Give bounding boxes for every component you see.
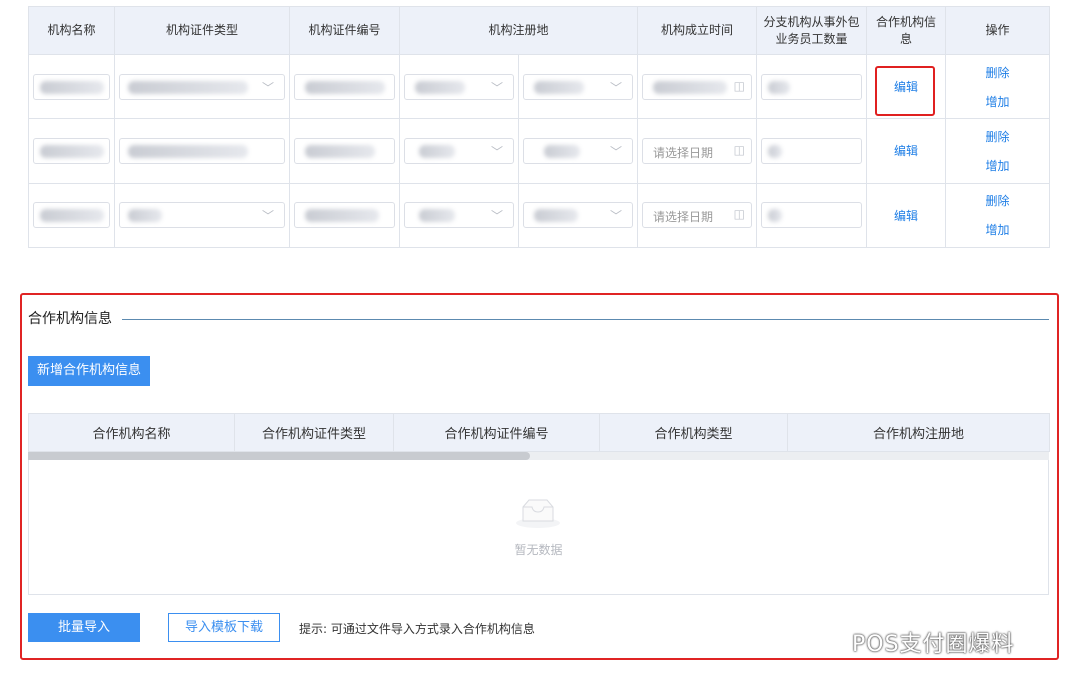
calendar-icon: ◫ — [733, 207, 746, 222]
header-partner-reg-place: 合作机构注册地 — [787, 413, 1050, 452]
partner-table: 合作机构名称 合作机构证件类型 合作机构证件编号 合作机构类型 合作机构注册地 — [28, 413, 1050, 452]
empty-state: 暂无数据 — [28, 460, 1049, 595]
edit-link[interactable]: 编辑 — [871, 207, 941, 224]
header-partner-name: 合作机构名称 — [28, 413, 235, 452]
table-row: ﹀ ﹀ 请选择日期 ◫ 编辑 删除增加 — [28, 118, 1051, 184]
partner-section: 合作机构信息 新增合作机构信息 合作机构名称 合作机构证件类型 合作机构证件编号… — [20, 293, 1059, 660]
header-cert-no: 机构证件编号 — [289, 6, 400, 55]
table-header-row: 机构名称 机构证件类型 机构证件编号 机构注册地 机构成立时间 分支机构从事外包… — [28, 6, 1051, 55]
highlight-box — [875, 66, 936, 116]
date-placeholder: 请选择日期 — [653, 145, 714, 160]
table-row: ﹀ ﹀ ﹀ ◫ 编辑 删除 增加 — [28, 53, 1051, 120]
city-select[interactable]: ﹀ — [523, 73, 634, 100]
cert-no-input[interactable] — [294, 202, 395, 229]
delete-link[interactable]: 删除 — [986, 128, 1010, 145]
import-hint: 提示: 可通过文件导入方式录入合作机构信息 — [299, 622, 535, 636]
chevron-down-icon: ﹀ — [261, 209, 274, 224]
province-select[interactable]: ﹀ — [404, 202, 514, 229]
add-link[interactable]: 增加 — [986, 93, 1010, 110]
cert-type-select[interactable]: ﹀ — [119, 202, 285, 229]
header-actions: 操作 — [945, 6, 1051, 55]
chevron-down-icon: ﹀ — [490, 144, 503, 159]
header-partner-info: 合作机构信息 — [866, 6, 947, 55]
watermark: POS支付圈爆料 — [820, 626, 1015, 658]
date-picker[interactable]: 请选择日期 ◫ — [642, 202, 753, 229]
empty-text: 暂无数据 — [514, 543, 563, 557]
cert-no-input[interactable] — [294, 73, 395, 100]
section-divider — [122, 319, 1049, 320]
header-staff-count: 分支机构从事外包业务员工数量 — [756, 6, 868, 55]
staff-count-input[interactable] — [761, 137, 863, 164]
add-link[interactable]: 增加 — [986, 157, 1010, 174]
cert-type-select[interactable] — [119, 137, 285, 164]
chevron-down-icon: ﹀ — [610, 209, 623, 224]
institution-table: 机构名称 机构证件类型 机构证件编号 机构注册地 机构成立时间 分支机构从事外包… — [28, 6, 1051, 249]
chevron-down-icon: ﹀ — [490, 80, 503, 95]
add-partner-button[interactable]: 新增合作机构信息 — [28, 356, 150, 386]
edit-link[interactable]: 编辑 — [871, 142, 941, 159]
header-partner-cert-no: 合作机构证件编号 — [393, 413, 600, 452]
chevron-down-icon: ﹀ — [490, 209, 503, 224]
delete-link[interactable]: 删除 — [986, 64, 1010, 81]
city-select[interactable]: ﹀ — [523, 137, 634, 164]
batch-import-button[interactable]: 批量导入 — [28, 613, 140, 642]
cert-type-select[interactable]: ﹀ — [119, 73, 285, 100]
calendar-icon: ◫ — [733, 142, 746, 157]
province-select[interactable]: ﹀ — [404, 73, 514, 100]
table-header-row: 合作机构名称 合作机构证件类型 合作机构证件编号 合作机构类型 合作机构注册地 — [28, 413, 1050, 452]
province-select[interactable]: ﹀ — [404, 137, 514, 164]
date-placeholder: 请选择日期 — [653, 210, 714, 225]
template-download-button[interactable]: 导入模板下载 — [168, 613, 280, 642]
wechat-icon — [820, 635, 846, 654]
table-row: ﹀ ﹀ ﹀ 请选择日期 ◫ 编辑 删除增加 — [28, 182, 1051, 249]
section-title: 合作机构信息 — [28, 308, 120, 328]
horizontal-scrollbar-thumb[interactable] — [28, 452, 530, 460]
header-cert-type: 机构证件类型 — [114, 6, 290, 55]
delete-link[interactable]: 删除 — [986, 192, 1010, 209]
chevron-down-icon: ﹀ — [610, 144, 623, 159]
header-reg-place: 机构注册地 — [398, 6, 639, 55]
chevron-down-icon: ﹀ — [261, 80, 274, 95]
name-input[interactable] — [33, 73, 110, 100]
header-partner-cert-type: 合作机构证件类型 — [234, 413, 394, 452]
name-input[interactable] — [33, 137, 110, 164]
header-partner-type: 合作机构类型 — [599, 413, 788, 452]
add-link[interactable]: 增加 — [986, 221, 1010, 238]
cert-no-input[interactable] — [294, 137, 395, 164]
date-picker[interactable]: ◫ — [642, 73, 753, 100]
date-picker[interactable]: 请选择日期 ◫ — [642, 137, 753, 164]
staff-count-input[interactable] — [761, 73, 863, 100]
calendar-icon: ◫ — [733, 78, 746, 93]
header-name: 机构名称 — [28, 6, 115, 55]
watermark-text: POS支付圈爆料 — [852, 632, 1015, 657]
chevron-down-icon: ﹀ — [610, 80, 623, 95]
staff-count-input[interactable] — [761, 202, 863, 229]
empty-inbox-icon — [516, 499, 560, 528]
header-found-date: 机构成立时间 — [637, 6, 758, 55]
name-input[interactable] — [33, 202, 110, 229]
city-select[interactable]: ﹀ — [523, 202, 634, 229]
